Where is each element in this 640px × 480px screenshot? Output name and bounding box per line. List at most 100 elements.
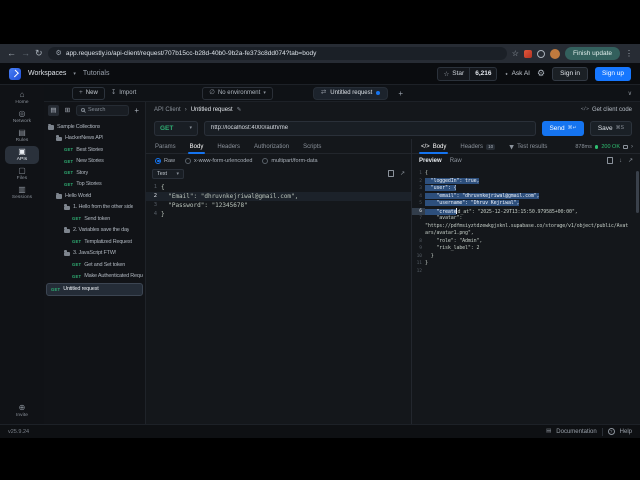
tab-params[interactable]: Params: [148, 144, 183, 153]
method-chip: GET: [72, 262, 82, 268]
add-request-button[interactable]: +: [132, 106, 141, 115]
profile-avatar[interactable]: [549, 48, 560, 59]
environments-view-icon[interactable]: ⊞: [62, 105, 73, 116]
tab-authorization[interactable]: Authorization: [247, 144, 296, 153]
request-tab[interactable]: ⇄ Untitled request: [312, 86, 389, 100]
chevron-down-icon: ▾: [176, 170, 179, 177]
reload-icon[interactable]: ↻: [35, 49, 43, 58]
tab-scripts[interactable]: Scripts: [296, 144, 328, 153]
back-icon[interactable]: ←: [7, 49, 16, 58]
expand-icon[interactable]: ↗: [400, 171, 405, 177]
ask-ai-button[interactable]: ⋆ Ask AI: [504, 70, 530, 78]
tree-item-templatized-request[interactable]: GET Templatized Request: [44, 236, 145, 248]
expand-arrow-icon[interactable]: ›: [631, 144, 633, 150]
get-client-code-label: Get client code: [591, 106, 632, 113]
tree-item-hello-world[interactable]: Hello World: [44, 190, 145, 202]
settings-gear-icon[interactable]: ⚙: [537, 68, 545, 79]
radio-icon: [155, 157, 161, 164]
environment-selector[interactable]: ∅ No environment ▾: [202, 86, 273, 100]
request-body-editor[interactable]: 1{2 "Email": "dhruvnkejriwal@gmail.com",…: [146, 180, 411, 424]
rail-item-home[interactable]: ⌂ Home: [5, 89, 39, 107]
help-link[interactable]: Help: [620, 429, 632, 435]
response-tab-headers[interactable]: Headers 10: [453, 143, 502, 154]
site-settings-icon[interactable]: ⚙: [56, 50, 62, 57]
tree-item-untitled-request[interactable]: GET Untitled request: [46, 283, 143, 296]
send-button[interactable]: Send ⌘↵: [542, 120, 584, 136]
new-button[interactable]: + New: [72, 86, 105, 100]
tree-item-1-hello-from-the-other-side[interactable]: 1. Hello from the other side: [44, 202, 145, 214]
browser-menu-icon[interactable]: ⋮: [625, 49, 633, 58]
view-raw[interactable]: Raw: [450, 158, 462, 164]
rail-item-network[interactable]: ◎ Network: [5, 108, 39, 126]
finish-update-button[interactable]: Finish update: [564, 47, 620, 60]
sign-up-button[interactable]: Sign up: [594, 66, 631, 81]
collections-view-icon[interactable]: ▤: [48, 104, 59, 116]
address-bar[interactable]: ⚙ app.requestly.io/api-client/request/70…: [47, 47, 507, 60]
method-selector[interactable]: GET ▾: [154, 120, 198, 136]
tree-item-sample-collections[interactable]: Sample Collections: [44, 121, 145, 133]
tree-item-3-javascript-ftw[interactable]: 3. JavaScript FTW!: [44, 248, 145, 260]
extensions-menu-icon[interactable]: [536, 49, 545, 58]
breadcrumb-current[interactable]: Untitled request: [191, 107, 233, 113]
workspaces-dropdown[interactable]: Workspaces: [28, 70, 66, 77]
copy-icon[interactable]: [606, 157, 613, 164]
response-tab-test-results[interactable]: Test results: [502, 144, 554, 153]
api-client-main: API Client › Untitled request ✎ </> Get …: [146, 102, 640, 424]
response-body-viewer[interactable]: 1{2 "loggedIn": true, 3 "user": {4 "email…: [412, 167, 640, 424]
rail-item-sessions[interactable]: ▥ Sessions: [5, 184, 39, 202]
response-view-row: Preview Raw ↓ ↗: [412, 154, 640, 167]
body-mode-label: x-www-form-urlencoded: [194, 157, 253, 164]
tree-item-hackernews-api[interactable]: HackerNews API: [44, 133, 145, 145]
import-button[interactable]: ↧ Import: [111, 89, 136, 97]
rail-item-invite[interactable]: ⊕ Invite: [5, 402, 39, 420]
line-number: 3: [153, 202, 157, 208]
copy-icon[interactable]: [387, 170, 394, 177]
rail-item-label: Sessions: [11, 195, 33, 200]
response-panel: </> Body Headers 10 Test results 878ms 200 O…: [412, 139, 640, 424]
network-details-icon[interactable]: [623, 145, 628, 149]
breadcrumb-root[interactable]: API Client: [154, 107, 181, 113]
body-mode-multipart-form-data[interactable]: multipart/form-data: [262, 157, 318, 164]
tutorials-link[interactable]: Tutorials: [83, 70, 110, 77]
extension-icon[interactable]: [523, 49, 532, 58]
edit-name-icon[interactable]: ✎: [237, 107, 242, 113]
bookmark-star-icon[interactable]: ☆: [512, 49, 519, 58]
tab-headers[interactable]: Headers: [210, 144, 247, 153]
rail-item-rules[interactable]: ▤ Rules: [5, 127, 39, 145]
scrollbar[interactable]: [636, 171, 639, 213]
selected-text: "email": "dhruvnkejriwal@gmail.com",: [425, 192, 540, 199]
tree-item-top-stories[interactable]: GET Top Stories: [44, 179, 145, 191]
body-mode-raw[interactable]: Raw: [155, 157, 175, 164]
download-icon[interactable]: ↓: [619, 158, 622, 164]
tree-item-story[interactable]: GET Story: [44, 167, 145, 179]
headers-count-badge: 10: [486, 143, 496, 150]
request-url-input[interactable]: http://localhost:4000/auth/me: [204, 120, 537, 136]
tree-item-new-stories[interactable]: GET New Stories: [44, 156, 145, 168]
body-mode-x-www-form-urlencoded[interactable]: x-www-form-urlencoded: [185, 157, 253, 164]
forward-icon[interactable]: →: [21, 49, 30, 58]
tab-body[interactable]: Body: [183, 144, 211, 154]
rail-item-label: Files: [16, 176, 28, 181]
new-tab-button[interactable]: +: [398, 89, 403, 98]
save-button[interactable]: Save ⌘S: [589, 120, 632, 136]
tree-item-label: Make Authenticated Request: [84, 273, 143, 280]
rail-item-files[interactable]: ▢ Files: [5, 165, 39, 183]
search-input[interactable]: Search: [76, 104, 130, 116]
help-icon: ?: [607, 428, 615, 435]
line-number: 9: [419, 246, 422, 251]
rail-item-apis[interactable]: ▣ APIs: [5, 146, 39, 164]
tree-item-get-and-set-token[interactable]: GET Get and Set token: [44, 259, 145, 271]
tree-item-make-authenticated-request[interactable]: GET Make Authenticated Request: [44, 271, 145, 283]
collapse-chevron-icon[interactable]: ∨: [628, 90, 632, 97]
tree-item-best-stories[interactable]: GET Best Stories: [44, 144, 145, 156]
response-tab-body[interactable]: </> Body: [414, 144, 453, 154]
tree-item-send-token[interactable]: GET Send token: [44, 213, 145, 225]
get-client-code-button[interactable]: </> Get client code: [581, 107, 632, 113]
expand-icon[interactable]: ↗: [628, 158, 633, 164]
content-type-selector[interactable]: Text ▾: [152, 168, 184, 179]
tree-item-2-variables-save-the-day[interactable]: 2. Variables save the day: [44, 225, 145, 237]
github-star-widget[interactable]: ☆ Star 6,216: [437, 66, 498, 81]
view-preview[interactable]: Preview: [419, 158, 442, 164]
sign-in-button[interactable]: Sign in: [552, 66, 588, 81]
documentation-link[interactable]: Documentation: [556, 429, 596, 435]
